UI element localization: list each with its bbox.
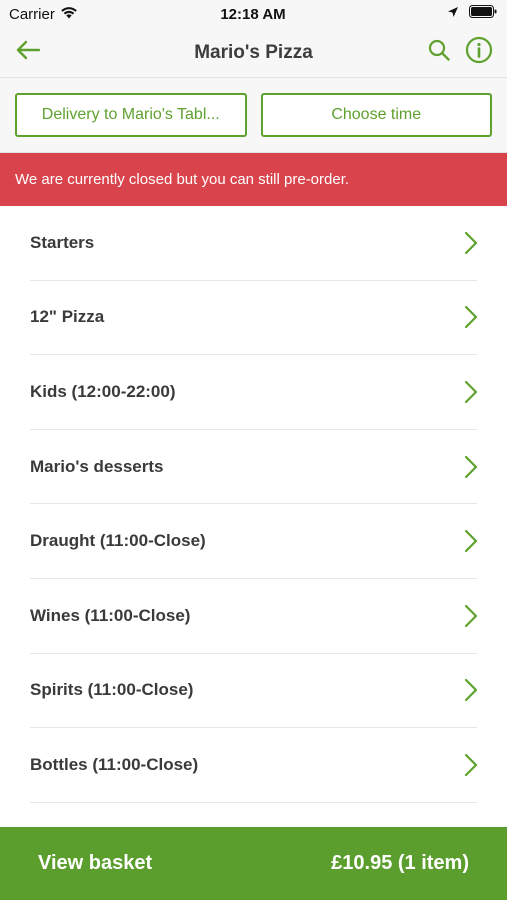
status-right (337, 5, 497, 23)
wifi-icon (60, 6, 78, 23)
menu-item-label: 12" Pizza (30, 307, 105, 327)
chevron-right-icon (461, 304, 481, 330)
view-basket-button[interactable]: View basket £10.95 (1 item) (0, 827, 507, 900)
back-button[interactable] (14, 39, 42, 67)
nav-actions (425, 36, 493, 69)
chevron-right-icon (461, 454, 481, 480)
status-left: Carrier (9, 6, 169, 23)
menu-item-draught[interactable]: Draught (11:00-Close) (30, 504, 478, 579)
menu-item-label: Draught (11:00-Close) (30, 531, 206, 551)
menu-item-label: Mario's desserts (30, 456, 164, 476)
chevron-right-icon (461, 379, 481, 405)
menu-item-wines[interactable]: Wines (11:00-Close) (30, 579, 478, 654)
chevron-right-icon (461, 752, 481, 778)
closed-banner: We are currently closed but you can stil… (0, 153, 507, 206)
chevron-right-icon (461, 677, 481, 703)
search-icon (427, 38, 451, 67)
menu-item-label: Spirits (11:00-Close) (30, 680, 194, 700)
search-button[interactable] (425, 39, 453, 67)
info-icon (465, 36, 493, 69)
menu-item-desserts[interactable]: Mario's desserts (30, 430, 478, 505)
arrow-left-icon (15, 40, 41, 65)
menu-item-kids[interactable]: Kids (12:00-22:00) (30, 355, 478, 430)
menu-item-label: Wines (11:00-Close) (30, 605, 191, 625)
info-button[interactable] (465, 36, 493, 69)
menu-list: Starters 12" Pizza Kids (12:00-22:00) Ma… (0, 206, 507, 803)
carrier-label: Carrier (9, 5, 55, 23)
chevron-right-icon (461, 230, 481, 256)
menu-item-spirits[interactable]: Spirits (11:00-Close) (30, 654, 478, 729)
status-time: 12:18 AM (220, 5, 286, 23)
order-options: Delivery to Mario's Tabl... Choose time (0, 78, 507, 153)
choose-time-button[interactable]: Choose time (260, 93, 492, 137)
menu-item-label: Kids (12:00-22:00) (30, 381, 176, 401)
location-arrow-icon (447, 5, 459, 23)
chevron-right-icon (461, 528, 481, 554)
menu-item-label: Starters (30, 232, 95, 252)
chevron-right-icon (461, 603, 481, 629)
basket-label: View basket (38, 852, 153, 874)
menu-item-starters[interactable]: Starters (30, 206, 478, 281)
status-bar: Carrier 12:18 AM (0, 0, 507, 28)
delivery-button[interactable]: Delivery to Mario's Tabl... (15, 93, 247, 137)
nav-bar: Mario's Pizza (0, 28, 507, 78)
menu-item-pizza[interactable]: 12" Pizza (30, 281, 478, 356)
battery-icon (469, 5, 497, 23)
menu-item-bottles[interactable]: Bottles (11:00-Close) (30, 728, 478, 803)
menu-item-label: Bottles (11:00-Close) (30, 754, 199, 774)
basket-total: £10.95 (1 item) (331, 852, 469, 874)
